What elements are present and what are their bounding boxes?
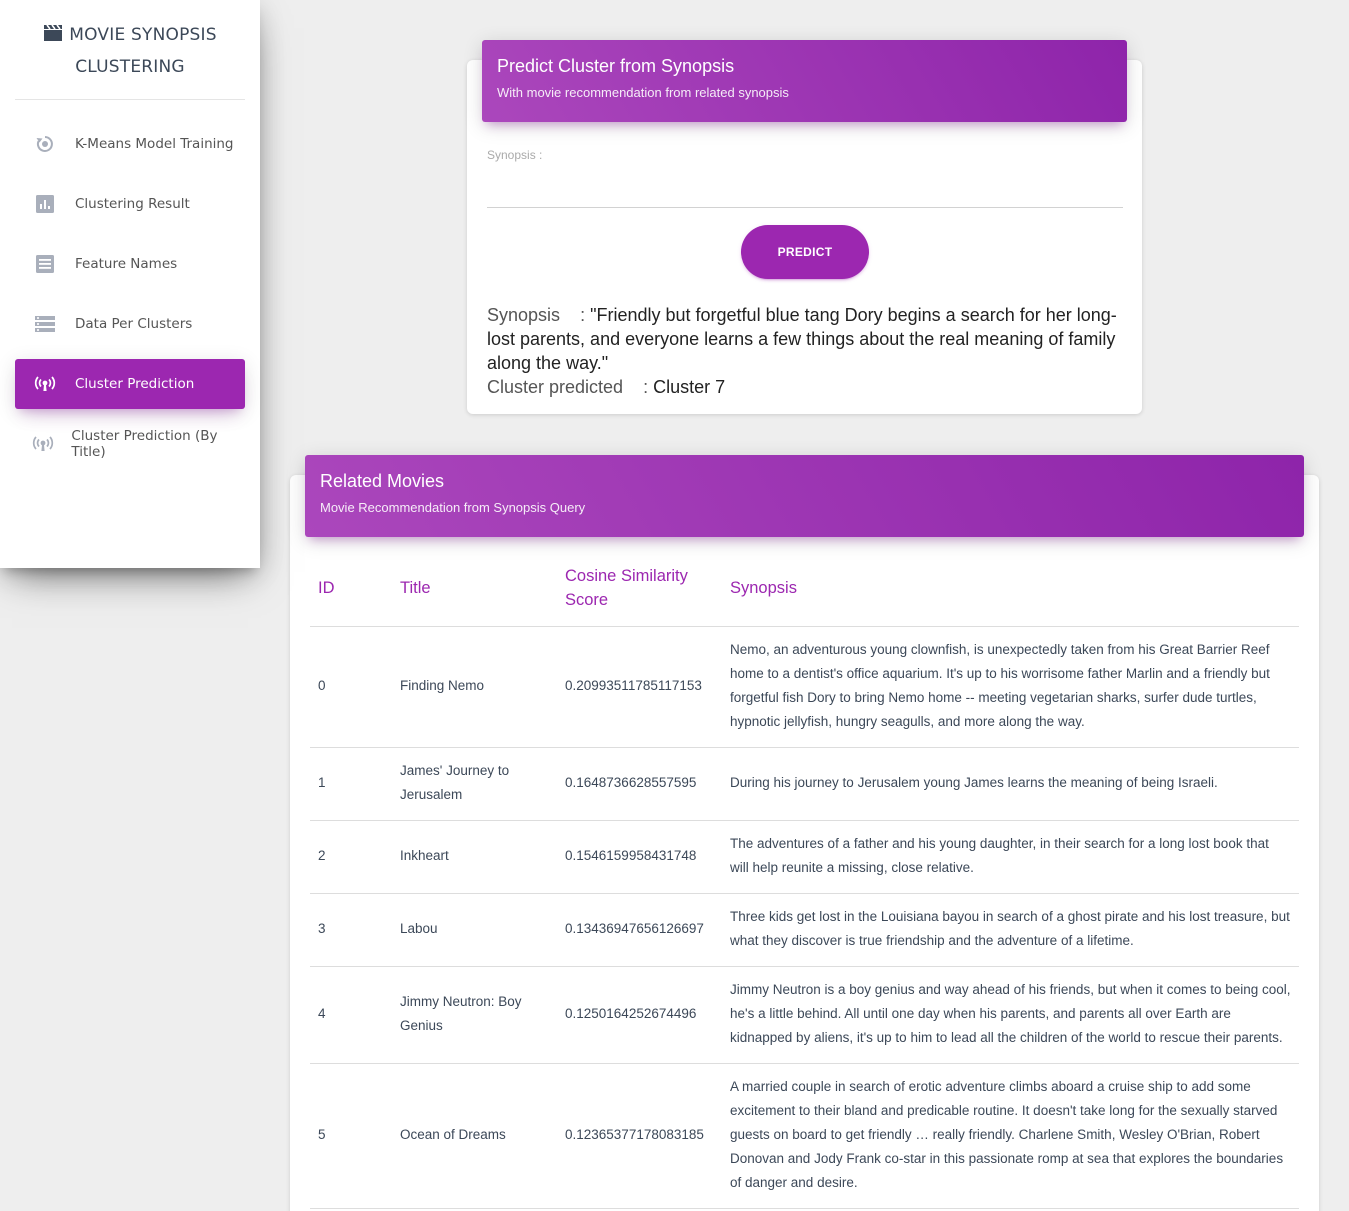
cell-id: 4 <box>310 966 392 1064</box>
cell-score: 0.12365377178083185 <box>557 1063 722 1209</box>
table-row[interactable]: 4 Jimmy Neutron: Boy Genius 0.1250164252… <box>310 966 1299 1064</box>
sidebar-item-feature-names[interactable]: Feature Names <box>15 239 245 289</box>
synopsis-input-label: Synopsis : <box>487 148 543 162</box>
predict-card-subtitle: With movie recommendation from related s… <box>497 85 789 100</box>
table-header-row: ID Title Cosine Similarity Score Synopsi… <box>310 555 1299 627</box>
sidebar-item-cluster-prediction-by-title[interactable]: Cluster Prediction (By Title) <box>15 419 245 469</box>
clapperboard-icon <box>43 22 63 52</box>
cell-id: 5 <box>310 1063 392 1209</box>
related-movies-header: Related Movies Movie Recommendation from… <box>305 455 1304 537</box>
predict-card-header: Predict Cluster from Synopsis With movie… <box>482 40 1127 122</box>
list-icon <box>15 255 75 273</box>
cell-id: 1 <box>310 747 392 821</box>
cell-score: 0.13436947656126697 <box>557 893 722 967</box>
column-header-id[interactable]: ID <box>310 555 392 627</box>
sidebar-item-data-per-clusters[interactable]: Data Per Clusters <box>15 299 245 349</box>
result-synopsis-separator: : <box>580 305 586 325</box>
table-row[interactable]: 2 Inkheart 0.1546159958431748 The advent… <box>310 820 1299 894</box>
table-row[interactable]: 5 Ocean of Dreams 0.12365377178083185 A … <box>310 1063 1299 1209</box>
result-cluster-value: Cluster 7 <box>653 377 726 397</box>
predict-button[interactable]: PREDICT <box>741 225 869 279</box>
cell-score: 0.20993511785117153 <box>557 626 722 748</box>
cell-score: 0.1546159958431748 <box>557 820 722 894</box>
rotate-icon <box>15 134 75 154</box>
cell-synopsis: During his journey to Jerusalem young Ja… <box>722 747 1299 821</box>
cell-synopsis: Jimmy Neutron is a boy genius and way ah… <box>722 966 1299 1064</box>
sidebar-item-clustering-result[interactable]: Clustering Result <box>15 179 245 229</box>
cell-id: 0 <box>310 626 392 748</box>
table-row[interactable]: 1 James' Journey to Jerusalem 0.16487366… <box>310 747 1299 821</box>
sidebar-item-cluster-prediction[interactable]: Cluster Prediction <box>15 359 245 409</box>
cell-id: 3 <box>310 893 392 967</box>
result-synopsis-label: Synopsis <box>487 305 561 325</box>
bar-chart-icon <box>15 195 75 213</box>
storage-icon <box>15 316 75 332</box>
cell-synopsis: The adventures of a father and his young… <box>722 820 1299 894</box>
table-row[interactable]: 0 Finding Nemo 0.20993511785117153 Nemo,… <box>310 626 1299 748</box>
column-header-title[interactable]: Title <box>392 555 557 627</box>
cell-title: Finding Nemo <box>392 626 557 748</box>
cell-title: Labou <box>392 893 557 967</box>
brand-title-line1: MOVIE SYNOPSIS <box>69 25 217 45</box>
sidebar-item-label: K-Means Model Training <box>75 136 234 152</box>
broadcast-icon <box>15 376 75 392</box>
result-cluster-label: Cluster predicted <box>487 377 624 397</box>
brand[interactable]: MOVIE SYNOPSIS CLUSTERING <box>15 20 245 100</box>
cell-synopsis: Three kids get lost in the Louisiana bay… <box>722 893 1299 967</box>
sidebar-item-label: Data Per Clusters <box>75 316 193 332</box>
cell-title: James' Journey to Jerusalem <box>392 747 557 821</box>
brand-title-line2: CLUSTERING <box>75 57 185 77</box>
predict-card-title: Predict Cluster from Synopsis <box>497 56 735 76</box>
related-movies-table: ID Title Cosine Similarity Score Synopsi… <box>310 555 1299 1209</box>
cell-title: Jimmy Neutron: Boy Genius <box>392 966 557 1064</box>
table-row[interactable]: 3 Labou 0.13436947656126697 Three kids g… <box>310 893 1299 967</box>
sidebar-item-label: Cluster Prediction (By Title) <box>71 428 218 460</box>
cell-synopsis: A married couple in search of erotic adv… <box>722 1063 1299 1209</box>
predict-card: Predict Cluster from Synopsis With movie… <box>467 40 1142 414</box>
sidebar-item-label: Clustering Result <box>75 196 190 212</box>
cell-title: Ocean of Dreams <box>392 1063 557 1209</box>
related-movies-title: Related Movies <box>320 471 445 491</box>
cell-synopsis: Nemo, an adventurous young clownfish, is… <box>722 626 1299 748</box>
sidebar-item-label: Feature Names <box>75 256 178 272</box>
related-movies-subtitle: Movie Recommendation from Synopsis Query <box>320 500 586 515</box>
sidebar-item-label: Cluster Prediction <box>75 376 195 392</box>
prediction-result: Synopsis : "Friendly but forgetful blue … <box>487 303 1127 399</box>
sidebar-item-kmeans-training[interactable]: K-Means Model Training <box>15 119 245 169</box>
column-header-synopsis[interactable]: Synopsis <box>722 555 1299 627</box>
cell-score: 0.1250164252674496 <box>557 966 722 1064</box>
synopsis-input[interactable] <box>487 170 1123 208</box>
broadcast-icon <box>15 436 71 452</box>
result-cluster-separator: : <box>643 377 649 397</box>
cell-title: Inkheart <box>392 820 557 894</box>
cell-score: 0.1648736628557595 <box>557 747 722 821</box>
column-header-score[interactable]: Cosine Similarity Score <box>557 555 722 627</box>
sidebar: MOVIE SYNOPSIS CLUSTERING K-Means Model … <box>0 0 260 568</box>
related-movies-card: Related Movies Movie Recommendation from… <box>290 455 1319 1211</box>
cell-id: 2 <box>310 820 392 894</box>
